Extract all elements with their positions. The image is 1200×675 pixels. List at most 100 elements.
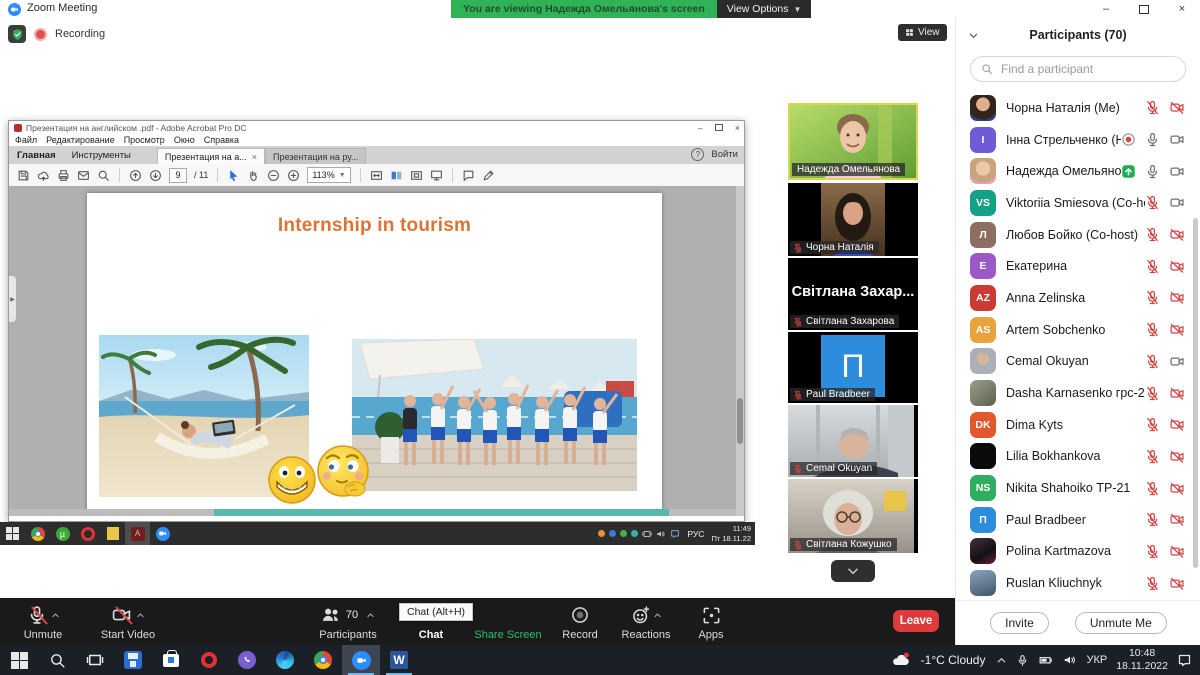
participant-search[interactable] [970, 56, 1186, 82]
fit-page-icon[interactable] [410, 169, 423, 182]
opera-icon[interactable] [190, 645, 228, 675]
find-icon[interactable] [97, 169, 110, 182]
participant-row[interactable]: VS Viktoriia Smiesova (Co-host) [956, 187, 1200, 219]
video-tile[interactable]: Світлана Кожушко [788, 479, 918, 553]
start-video-button[interactable]: Start Video [82, 598, 174, 645]
word-taskbar-icon[interactable]: W [380, 645, 418, 675]
participant-row[interactable]: NS Nikita Shahoiko ТР-21 [956, 472, 1200, 504]
security-shield-icon[interactable] [8, 25, 26, 43]
zoom-out-icon[interactable] [267, 169, 280, 182]
hidden-icons-chevron[interactable] [996, 655, 1007, 666]
language-indicator[interactable]: УКР [1086, 654, 1107, 666]
participant-row[interactable]: Л Любов Бойко (Co-host) [956, 219, 1200, 251]
shared-language[interactable]: РУС [687, 529, 704, 539]
chevron-up-icon[interactable] [366, 611, 375, 620]
task-view-icon[interactable] [76, 645, 114, 675]
shared-start-button[interactable] [0, 522, 25, 545]
tab-home[interactable]: Главная [9, 148, 64, 164]
participant-row[interactable]: DK Dima Kyts [956, 409, 1200, 441]
menu-edit[interactable]: Редактирование [46, 135, 115, 145]
shared-zoom-icon[interactable] [150, 522, 175, 545]
tray-mic-icon[interactable] [1016, 654, 1029, 667]
video-tile[interactable]: Cemal Okuyan [788, 405, 918, 477]
volume-icon[interactable] [1063, 653, 1077, 667]
collapse-panel-icon[interactable] [968, 30, 979, 41]
presentation-icon[interactable] [430, 169, 443, 182]
help-icon[interactable]: ? [691, 148, 704, 161]
nav-pane-handle[interactable]: ▶ [9, 276, 16, 322]
weather-label[interactable]: -1°C Cloudy [921, 653, 986, 667]
video-tile[interactable]: Світлана Захар... Світлана Захарова [788, 258, 918, 330]
acrobat-minimize[interactable]: – [698, 123, 703, 133]
chevron-up-icon[interactable] [653, 611, 662, 620]
maximize-button[interactable] [1126, 0, 1162, 18]
microsoft-store-icon[interactable] [152, 645, 190, 675]
invite-button[interactable]: Invite [990, 612, 1049, 634]
tray-icon[interactable] [609, 530, 616, 537]
apps-button[interactable]: Apps [688, 598, 734, 645]
participant-row[interactable]: Надежда Омельянова [956, 155, 1200, 187]
reactions-button[interactable]: Reactions [608, 598, 684, 645]
chevron-up-icon[interactable] [136, 611, 145, 620]
acrobat-maximize[interactable] [715, 124, 723, 131]
page-up-icon[interactable] [129, 169, 142, 182]
more-videos-button[interactable] [831, 560, 875, 582]
scroll-thumb[interactable] [737, 398, 743, 444]
video-tile[interactable]: Чорна Наталія [788, 183, 918, 256]
taskbar-search-icon[interactable] [38, 645, 76, 675]
tray-icon[interactable] [620, 530, 627, 537]
taskbar-app-floppy-icon[interactable] [114, 645, 152, 675]
scroll-thumb[interactable] [214, 509, 669, 516]
email-icon[interactable] [77, 169, 90, 182]
tray-keyboard-icon[interactable] [642, 529, 652, 539]
shared-notes-icon[interactable] [100, 522, 125, 545]
view-layout-button[interactable]: View [898, 24, 947, 41]
close-button[interactable]: × [1164, 0, 1200, 18]
cloud-upload-icon[interactable] [37, 169, 50, 182]
taskbar-clock[interactable]: 10:48 18.11.2022 [1116, 647, 1168, 673]
acrobat-close[interactable]: × [735, 123, 740, 133]
participant-row[interactable]: E Екатерина [956, 250, 1200, 282]
page-down-icon[interactable] [149, 169, 162, 182]
battery-icon[interactable] [1038, 653, 1054, 667]
participant-row[interactable]: Ruslan Kliuchnyk [956, 567, 1200, 599]
menu-view[interactable]: Просмотр [124, 135, 165, 145]
participant-row[interactable]: Cemal Okuyan [956, 346, 1200, 378]
chevron-up-icon[interactable] [51, 611, 60, 620]
tray-bluetooth-icon[interactable] [670, 529, 680, 539]
sign-in-button[interactable]: Войти [711, 149, 738, 160]
menu-help[interactable]: Справка [204, 135, 239, 145]
video-tile[interactable]: П Paul Bradbeer [788, 332, 918, 403]
minimize-button[interactable]: – [1088, 0, 1124, 18]
doc-tab-active[interactable]: Презентация на а... × [157, 148, 265, 164]
page-number-input[interactable]: 9 [169, 168, 187, 183]
shared-acrobat-icon[interactable]: A [125, 522, 150, 545]
record-button[interactable]: Record [552, 598, 608, 645]
shared-chrome-icon[interactable] [25, 522, 50, 545]
comment-icon[interactable] [462, 169, 475, 182]
participants-button[interactable]: 70 Participants [300, 598, 396, 645]
participant-row[interactable]: Lilia Bokhankova [956, 441, 1200, 473]
panel-scrollbar[interactable] [1193, 218, 1198, 568]
select-tool-icon[interactable] [227, 169, 240, 182]
unmute-button[interactable]: Unmute [8, 598, 78, 645]
participant-row[interactable]: AZ Anna Zelinska [956, 282, 1200, 314]
menu-window[interactable]: Окно [174, 135, 195, 145]
participant-row[interactable]: Polina Kartmazova [956, 536, 1200, 568]
chrome-icon[interactable] [304, 645, 342, 675]
close-tab-icon[interactable]: × [252, 152, 257, 162]
zoom-taskbar-icon[interactable] [342, 645, 380, 675]
viber-icon[interactable] [228, 645, 266, 675]
participant-row[interactable]: П Paul Bradbeer [956, 504, 1200, 536]
tab-tools[interactable]: Инструменты [64, 148, 139, 164]
share-screen-button[interactable]: Share Screen [466, 598, 550, 645]
participant-row[interactable]: Dasha Karnasenko грс-21 [956, 377, 1200, 409]
search-input[interactable] [999, 61, 1163, 77]
shared-utorrent-icon[interactable]: µ [50, 522, 75, 545]
edge-icon[interactable] [266, 645, 304, 675]
print-icon[interactable] [57, 169, 70, 182]
save-icon[interactable] [17, 169, 30, 182]
leave-button[interactable]: Leave [893, 610, 939, 632]
tray-volume-icon[interactable] [656, 529, 666, 539]
two-page-view-icon[interactable] [390, 169, 403, 182]
